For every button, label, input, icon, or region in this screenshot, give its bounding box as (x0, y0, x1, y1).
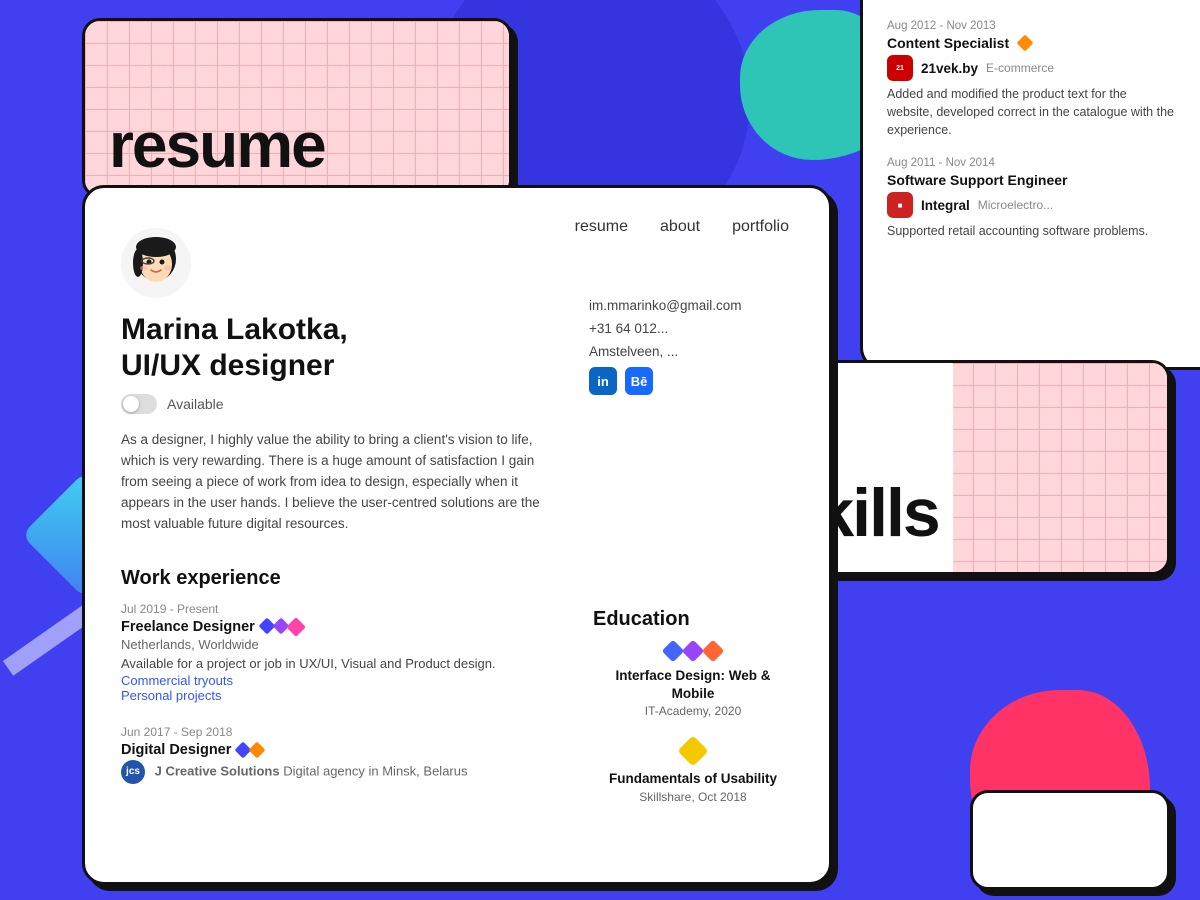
avatar-svg (122, 229, 190, 297)
toggle-label: Available (167, 396, 224, 412)
avatar (121, 228, 191, 298)
company-logo-integral: ■ (887, 192, 913, 218)
nav-portfolio[interactable]: portfolio (732, 218, 789, 236)
edu-title-1: Interface Design: Web & Mobile (593, 667, 793, 702)
nav-resume[interactable]: resume (575, 218, 628, 236)
exp-title-1: Content Specialist (887, 35, 1176, 51)
exp-title-2: Software Support Engineer (887, 172, 1176, 188)
gem-orange-2 (249, 741, 266, 758)
exp-entry-software-engineer: Aug 2011 - Nov 2014 Software Support Eng… (887, 157, 1176, 240)
exp-date-1: Aug 2012 - Nov 2013 (887, 20, 1176, 32)
edu-gem-blue (662, 640, 685, 663)
edu-gem-orange (702, 640, 725, 663)
education-section: Education Interface Design: Web & Mobile… (593, 608, 793, 826)
work-section-title: Work experience (121, 567, 793, 590)
main-resume-panel: resume about portfolio (82, 185, 832, 885)
edu-entry-2: Fundamentals of Usability Skillshare, Oc… (593, 740, 793, 804)
social-links-row: in Bē (589, 367, 789, 395)
edu-sub-2: Skillshare, Oct 2018 (593, 790, 793, 804)
edu-gem-yellow (677, 736, 708, 767)
edu-gem-multi-1 (593, 643, 793, 659)
company-name-2: Integral (921, 198, 970, 213)
linkedin-icon[interactable]: in (589, 367, 617, 395)
gem-pink (286, 617, 306, 637)
company-sub-2: Microelectro... (978, 198, 1053, 212)
contact-location: Amstelveen, ... (589, 344, 789, 359)
gem-decoration-2 (237, 744, 263, 756)
availability-toggle[interactable] (121, 394, 157, 414)
edu-sub-1: IT-Academy, 2020 (593, 704, 793, 718)
orange-diamond-icon (1017, 35, 1034, 52)
edu-entry-1: Interface Design: Web & Mobile IT-Academ… (593, 643, 793, 718)
edu-gem-purple (682, 640, 705, 663)
exp-date-2: Aug 2011 - Nov 2014 (887, 157, 1176, 169)
availability-toggle-row: Available (121, 394, 793, 414)
company-logo-21vek: 21 (887, 55, 913, 81)
right-experience-panel: Aug 2012 - Nov 2013 Content Specialist 2… (860, 0, 1200, 370)
exp-desc-2: Supported retail accounting software pro… (887, 222, 1176, 240)
bottom-right-card (970, 790, 1170, 890)
resume-title-card: resume (82, 18, 512, 198)
company-name-1: 21vek.by (921, 61, 978, 76)
exp-company-row-1: 21 21vek.by E-commerce (887, 55, 1176, 81)
toggle-thumb (123, 396, 139, 412)
exp-desc-1: Added and modified the product text for … (887, 85, 1176, 139)
edu-section-title: Education (593, 608, 793, 631)
contact-phone: +31 64 012... (589, 321, 789, 336)
resume-card-title: resume (109, 113, 325, 177)
contact-column: im.mmarinko@gmail.com +31 64 012... Amst… (589, 298, 789, 395)
main-nav: resume about portfolio (575, 218, 789, 236)
avatar-area (121, 228, 793, 298)
exp-entry-content-specialist: Aug 2012 - Nov 2013 Content Specialist 2… (887, 20, 1176, 139)
contact-email: im.mmarinko@gmail.com (589, 298, 789, 313)
edu-title-2: Fundamentals of Usability (593, 770, 793, 788)
bio-text: As a designer, I highly value the abilit… (121, 430, 541, 535)
behance-icon[interactable]: Bē (625, 367, 653, 395)
exp-company-row-2: ■ Integral Microelectro... (887, 192, 1176, 218)
company-sub-1: E-commerce (986, 61, 1054, 75)
gem-decoration-1 (261, 620, 303, 634)
nav-about[interactable]: about (660, 218, 700, 236)
jcs-logo: jcs (121, 760, 145, 784)
